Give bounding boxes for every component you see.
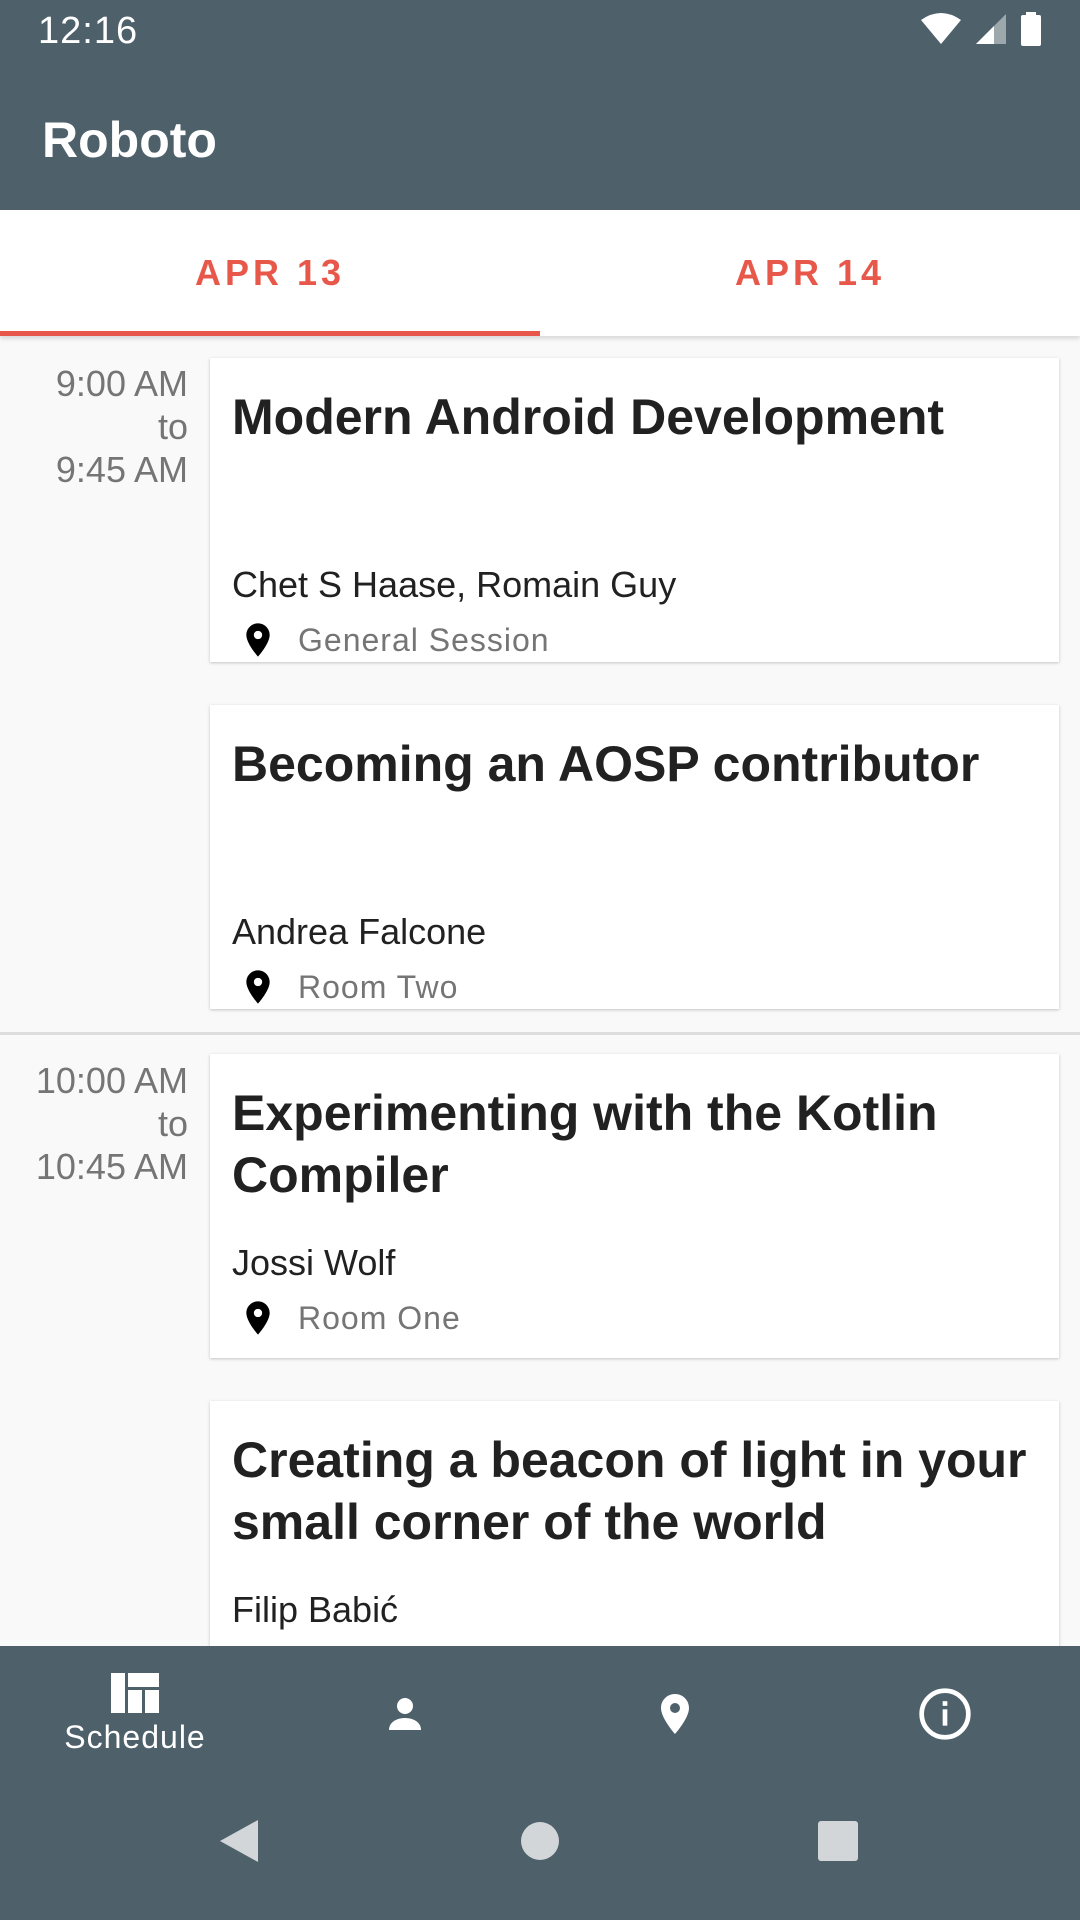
slot-end-time: 10:45 AM: [35, 1146, 188, 1187]
status-icons: [920, 12, 1042, 46]
session-speakers: Andrea Falcone: [232, 911, 487, 952]
tab-apr-14[interactable]: APR 14: [540, 210, 1080, 336]
nav-speakers[interactable]: [270, 1646, 540, 1782]
tab-apr-13[interactable]: APR 13: [0, 210, 540, 336]
slot-to-text: to: [157, 406, 188, 447]
status-time: 12:16: [38, 10, 139, 52]
location-pin-icon: [246, 970, 270, 1004]
bottom-navigation: Schedule: [0, 1646, 1080, 1782]
session-card[interactable]: Modern Android Development Chet S Haase,…: [210, 358, 1059, 662]
session-room: Room Two: [232, 967, 458, 1007]
wifi-icon: [921, 13, 961, 44]
session-speakers: Chet S Haase, Romain Guy: [232, 564, 677, 605]
time-slot-label: 9:00 AM to 9:45 AM: [56, 362, 188, 491]
slot-to-text: to: [157, 1103, 188, 1144]
recents-icon[interactable]: [817, 1818, 859, 1864]
app-title: Roboto: [42, 112, 217, 168]
location-pin-icon: [246, 623, 270, 657]
nav-schedule-label: Schedule: [64, 1718, 206, 1755]
nav-schedule[interactable]: Schedule: [0, 1646, 270, 1782]
time-slot-label: 10:00 AM to 10:45 AM: [36, 1059, 188, 1188]
back-icon[interactable]: [218, 1818, 260, 1864]
status-bar: 12:16: [0, 0, 1080, 63]
session-card[interactable]: Creating a beacon of light in your small…: [210, 1401, 1059, 1646]
session-card[interactable]: Becoming an AOSP contributor Andrea Falc…: [210, 705, 1059, 1009]
session-speakers: Jossi Wolf: [232, 1242, 396, 1283]
session-title: Becoming an AOSP contributor: [232, 736, 980, 792]
location-icon: [661, 1694, 689, 1734]
home-icon[interactable]: [520, 1818, 560, 1864]
session-title: Modern Android Development: [232, 389, 945, 445]
schedule-icon: [111, 1672, 159, 1713]
tab-indicator: [0, 331, 540, 336]
slot-start-time: 9:00 AM: [55, 363, 188, 404]
app-bar: Roboto: [0, 63, 1080, 210]
date-tabs: APR 13 APR 14: [0, 210, 1080, 336]
battery-icon: [1021, 12, 1041, 46]
nav-info[interactable]: [810, 1646, 1080, 1782]
session-room: General Session: [232, 620, 550, 660]
cellular-signal-icon: [976, 14, 1006, 44]
info-icon: [919, 1688, 971, 1740]
session-room-name: General Session: [298, 621, 550, 658]
slot-start-time: 10:00 AM: [35, 1060, 188, 1101]
location-pin-icon: [246, 1301, 270, 1335]
slot-divider: [0, 1032, 1080, 1035]
slot-end-time: 9:45 AM: [55, 449, 188, 490]
schedule-list[interactable]: 9:00 AM to 9:45 AM Modern Android Develo…: [0, 336, 1080, 1646]
session-room-name: Room One: [298, 1299, 461, 1336]
session-room-name: Room Two: [298, 968, 459, 1005]
session-room: Room One: [232, 1298, 461, 1338]
session-title: Experimenting with the Kotlin Compiler: [232, 1085, 938, 1203]
nav-location[interactable]: [540, 1646, 810, 1782]
session-speakers: Filip Babić: [232, 1589, 399, 1630]
system-navigation-bar: [0, 1782, 1080, 1920]
session-title: Creating a beacon of light in your small…: [232, 1432, 1027, 1550]
person-icon: [389, 1698, 421, 1730]
session-card[interactable]: Experimenting with the Kotlin Compiler J…: [210, 1054, 1059, 1358]
